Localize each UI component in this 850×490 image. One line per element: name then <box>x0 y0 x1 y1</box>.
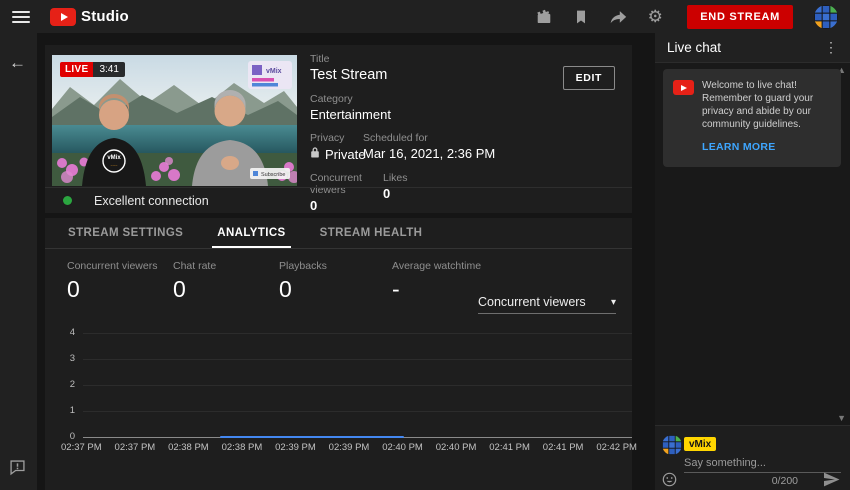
metric-chat-rate: Chat rate 0 <box>173 260 279 303</box>
chart-gridline <box>83 411 632 412</box>
learn-more-link[interactable]: LEARN MORE <box>702 141 776 153</box>
chart-line-series <box>220 436 404 438</box>
chart-x-tick: 02:40 PM <box>436 442 477 453</box>
chart-gridline <box>83 359 632 360</box>
metric-label: Concurrent viewers <box>67 260 173 272</box>
stream-info-card: vMix ~~~ vMix Subscribe <box>45 45 632 213</box>
metric-value: 0 <box>279 276 392 303</box>
privacy-label: Privacy <box>310 132 363 144</box>
chart-y-tick: 1 <box>70 405 75 416</box>
chart-y-tick: 3 <box>70 353 75 364</box>
video-preview[interactable]: vMix ~~~ vMix Subscribe <box>52 55 297 186</box>
chart-x-tick: 02:37 PM <box>61 442 102 453</box>
chat-message-input[interactable]: Say something... <box>684 457 841 473</box>
youtube-play-icon <box>50 8 76 26</box>
back-arrow-icon[interactable]: ← <box>9 53 26 73</box>
vmix-watermark: vMix <box>248 61 292 89</box>
chart-x-tick: 02:40 PM <box>382 442 423 453</box>
chart-gridline <box>83 333 632 334</box>
live-badge: LIVE <box>60 62 93 77</box>
connection-status-dot <box>63 196 72 205</box>
chart-y-tick: 2 <box>70 379 75 390</box>
connection-status-text: Excellent connection <box>94 194 209 208</box>
youtube-icon-small <box>673 80 694 95</box>
likes-label: Likes <box>383 172 408 184</box>
metric-label: Chat rate <box>173 260 279 272</box>
chart-y-tick: 4 <box>70 327 75 338</box>
account-avatar[interactable] <box>814 5 838 29</box>
tab-analytics[interactable]: ANALYTICS <box>200 218 302 248</box>
live-chat-panel: Live chat ⋮ ▲ Welcome to live chat! Reme… <box>655 33 850 490</box>
chart-x-tick: 02:42 PM <box>596 442 637 453</box>
svg-text:Subscribe: Subscribe <box>261 172 285 178</box>
chat-menu-dots-icon[interactable]: ⋮ <box>820 39 842 56</box>
metric-label: Playbacks <box>279 260 392 272</box>
connection-status-row: Excellent connection <box>45 187 632 213</box>
live-chat-title: Live chat <box>667 40 721 55</box>
metric-label: Average watchtime <box>392 260 498 272</box>
live-chat-body: ▲ Welcome to live chat! Remember to guar… <box>655 63 850 425</box>
stream-category: Entertainment <box>310 107 562 122</box>
edit-button[interactable]: EDIT <box>563 66 615 90</box>
analytics-card: STREAM SETTINGSANALYTICSSTREAM HEALTH Co… <box>45 218 632 490</box>
metric-value: 0 <box>173 276 279 303</box>
chat-username-badge: vMix <box>684 437 716 451</box>
brand-name: Studio <box>81 8 129 25</box>
chat-input-area: vMix Say something... 0/200 <box>655 425 850 490</box>
category-label: Category <box>310 93 562 105</box>
film-icon[interactable] <box>535 8 553 26</box>
topbar: Studio ⚙ END STREAM <box>0 0 850 33</box>
chart-x-tick: 02:39 PM <box>329 442 370 453</box>
metrics-row: Concurrent viewers0Chat rate0Playbacks0A… <box>67 260 498 303</box>
share-icon[interactable] <box>609 8 627 26</box>
send-icon[interactable] <box>823 472 840 490</box>
scheduled-value: Mar 16, 2021, 2:36 PM <box>363 146 495 161</box>
char-counter: 0/200 <box>772 475 798 487</box>
chart-x-tick: 02:39 PM <box>275 442 316 453</box>
studio-logo[interactable]: Studio <box>50 8 129 26</box>
end-stream-button[interactable]: END STREAM <box>687 5 793 29</box>
chat-scroll-down-icon[interactable]: ▼ <box>837 413 846 423</box>
scheduled-label: Scheduled for <box>363 132 495 144</box>
youtube-studio-live-dashboard: Studio ⚙ END STREAM ← <box>0 0 850 490</box>
chart-x-tick: 02:38 PM <box>168 442 209 453</box>
chart-metric-select[interactable]: Concurrent viewers ▾ <box>478 295 616 314</box>
caret-down-icon: ▾ <box>611 297 616 308</box>
metric-playbacks: Playbacks 0 <box>279 260 392 303</box>
svg-text:vMix: vMix <box>107 155 121 161</box>
elapsed-time: 3:41 <box>93 62 124 77</box>
lock-icon <box>310 146 320 162</box>
tab-stream-settings[interactable]: STREAM SETTINGS <box>51 218 200 248</box>
privacy-value: Private <box>325 147 365 162</box>
title-label: Title <box>310 53 562 65</box>
stream-title: Test Stream <box>310 67 562 83</box>
metric-value: 0 <box>67 276 173 303</box>
chart-plot <box>83 333 632 437</box>
chart-y-tick: 0 <box>70 431 75 442</box>
hamburger-menu-icon[interactable] <box>12 11 30 23</box>
live-chat-header: Live chat ⋮ <box>655 33 850 63</box>
chart-xlabels: 02:37 PM 02:37 PM 02:38 PM 02:38 PM 02:39 PM… <box>61 442 637 453</box>
chart-metric-select-value: Concurrent viewers <box>478 295 586 309</box>
feedback-icon[interactable] <box>9 459 26 481</box>
bookmark-icon[interactable] <box>572 8 590 26</box>
chat-welcome-message: Welcome to live chat! Remember to guard … <box>663 69 841 167</box>
chart-x-tick: 02:38 PM <box>222 442 263 453</box>
svg-text:~~~: ~~~ <box>110 163 118 168</box>
chat-user-avatar <box>662 435 682 455</box>
tab-stream-health[interactable]: STREAM HEALTH <box>303 218 440 248</box>
chart-y-axis: 01234 <box>59 333 75 437</box>
chart-x-tick: 02:37 PM <box>115 442 156 453</box>
chart-x-tick: 02:41 PM <box>489 442 530 453</box>
emoji-icon[interactable] <box>662 472 677 490</box>
chart-gridline <box>83 385 632 386</box>
tabs: STREAM SETTINGSANALYTICSSTREAM HEALTH <box>45 218 632 249</box>
svg-text:vMix: vMix <box>266 68 282 75</box>
chat-welcome-text: Welcome to live chat! Remember to guard … <box>702 79 831 131</box>
settings-gear-icon[interactable]: ⚙ <box>646 8 664 26</box>
left-rail: ← <box>0 33 37 490</box>
metric-concurrent-viewers: Concurrent viewers 0 <box>67 260 173 303</box>
chart-x-tick: 02:41 PM <box>543 442 584 453</box>
